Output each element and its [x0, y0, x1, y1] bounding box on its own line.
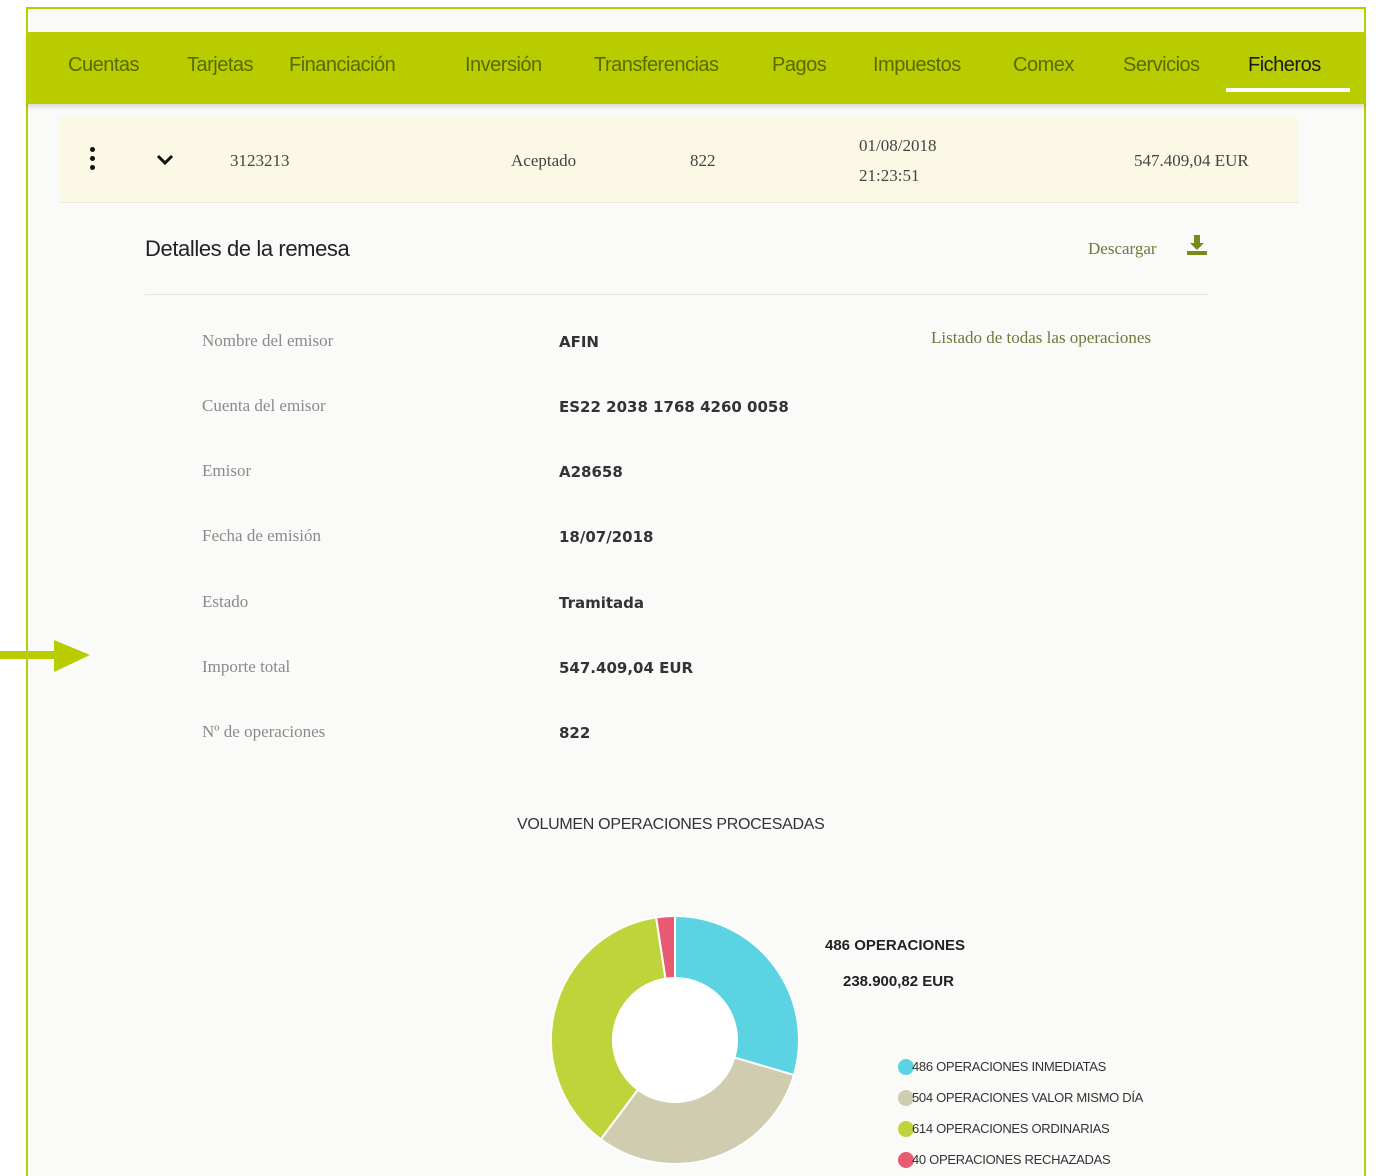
- row-date: 01/08/2018: [859, 136, 937, 155]
- chart-title: VOLUMEN OPERACIONES PROCESADAS: [517, 816, 825, 833]
- more-options-icon[interactable]: [90, 147, 98, 173]
- field-value-importe-total: 547.409,04 EUR: [559, 659, 694, 677]
- field-value-cuenta-emisor: ES22 2038 1768 4260 0058: [559, 398, 789, 416]
- field-label-num-operaciones: Nº de operaciones: [202, 722, 326, 741]
- chart-highlight-amount: 238.900,82 EUR: [843, 973, 954, 990]
- nav-item-pagos[interactable]: Pagos: [772, 54, 827, 104]
- nav-item-impuestos[interactable]: Impuestos: [873, 54, 961, 104]
- nav-item-ficheros[interactable]: Ficheros: [1248, 54, 1321, 104]
- details-title: Detalles de la remesa: [145, 236, 350, 261]
- section-divider: [145, 294, 1209, 295]
- legend-item-valor-mismo-dia: 504 OPERACIONES VALOR MISMO DÍA: [898, 1087, 1198, 1118]
- legend-label: 614 OPERACIONES ORDINARIAS: [912, 1121, 1110, 1136]
- field-label-cuenta-emisor: Cuenta del emisor: [202, 396, 326, 415]
- field-value-nombre-emisor: AFIN: [559, 333, 599, 351]
- legend-item-inmediatas: 486 OPERACIONES INMEDIATAS: [898, 1056, 1198, 1087]
- row-amount: 547.409,04 EUR: [1134, 151, 1249, 170]
- donut-chart: [550, 914, 800, 1165]
- field-label-nombre-emisor: Nombre del emisor: [202, 331, 334, 350]
- nav-item-comex[interactable]: Comex: [1013, 54, 1074, 104]
- download-link[interactable]: Descargar: [1088, 239, 1157, 259]
- legend-item-ordinarias: 614 OPERACIONES ORDINARIAS: [898, 1118, 1198, 1149]
- download-icon[interactable]: [1186, 234, 1208, 256]
- donut-hole: [613, 978, 737, 1102]
- field-label-importe-total: Importe total: [202, 657, 291, 676]
- main-navbar: Cuentas Tarjetas Financiación Inversión …: [26, 32, 1366, 104]
- row-count: 822: [690, 151, 716, 170]
- field-label-fecha-emision: Fecha de emisión: [202, 526, 321, 545]
- legend-label: 486 OPERACIONES INMEDIATAS: [912, 1059, 1106, 1074]
- nav-item-tarjetas[interactable]: Tarjetas: [187, 54, 254, 104]
- row-time: 21:23:51: [859, 166, 920, 185]
- row-status: Aceptado: [511, 151, 577, 170]
- file-row[interactable]: 3123213 Aceptado 822 01/08/2018 21:23:51…: [60, 117, 1298, 203]
- field-value-estado: Tramitada: [559, 594, 645, 612]
- annotation-arrow-icon: [0, 640, 90, 672]
- active-tab-indicator: [1226, 88, 1350, 92]
- row-id: 3123213: [230, 151, 290, 170]
- field-value-num-operaciones: 822: [559, 724, 591, 742]
- nav-item-transferencias[interactable]: Transferencias: [594, 54, 719, 104]
- nav-item-inversion[interactable]: Inversión: [465, 54, 542, 104]
- field-value-fecha-emision: 18/07/2018: [559, 528, 654, 546]
- field-value-emisor: A28658: [559, 463, 623, 481]
- field-label-emisor: Emisor: [202, 461, 252, 480]
- nav-item-cuentas[interactable]: Cuentas: [68, 54, 140, 104]
- field-label-estado: Estado: [202, 592, 249, 611]
- legend-label: 504 OPERACIONES VALOR MISMO DÍA: [912, 1090, 1144, 1105]
- chart-legend: 486 OPERACIONES INMEDIATAS 504 OPERACION…: [898, 1056, 1198, 1176]
- legend-item-rechazadas: 40 OPERACIONES RECHAZADAS: [898, 1149, 1198, 1176]
- nav-item-servicios[interactable]: Servicios: [1123, 54, 1200, 104]
- nav-item-financiacion[interactable]: Financiación: [289, 54, 396, 104]
- all-operations-link[interactable]: Listado de todas las operaciones: [931, 328, 1151, 348]
- chart-highlight-operations: 486 OPERACIONES: [825, 937, 966, 954]
- legend-label: 40 OPERACIONES RECHAZADAS: [912, 1152, 1111, 1167]
- chevron-down-icon[interactable]: [156, 151, 174, 169]
